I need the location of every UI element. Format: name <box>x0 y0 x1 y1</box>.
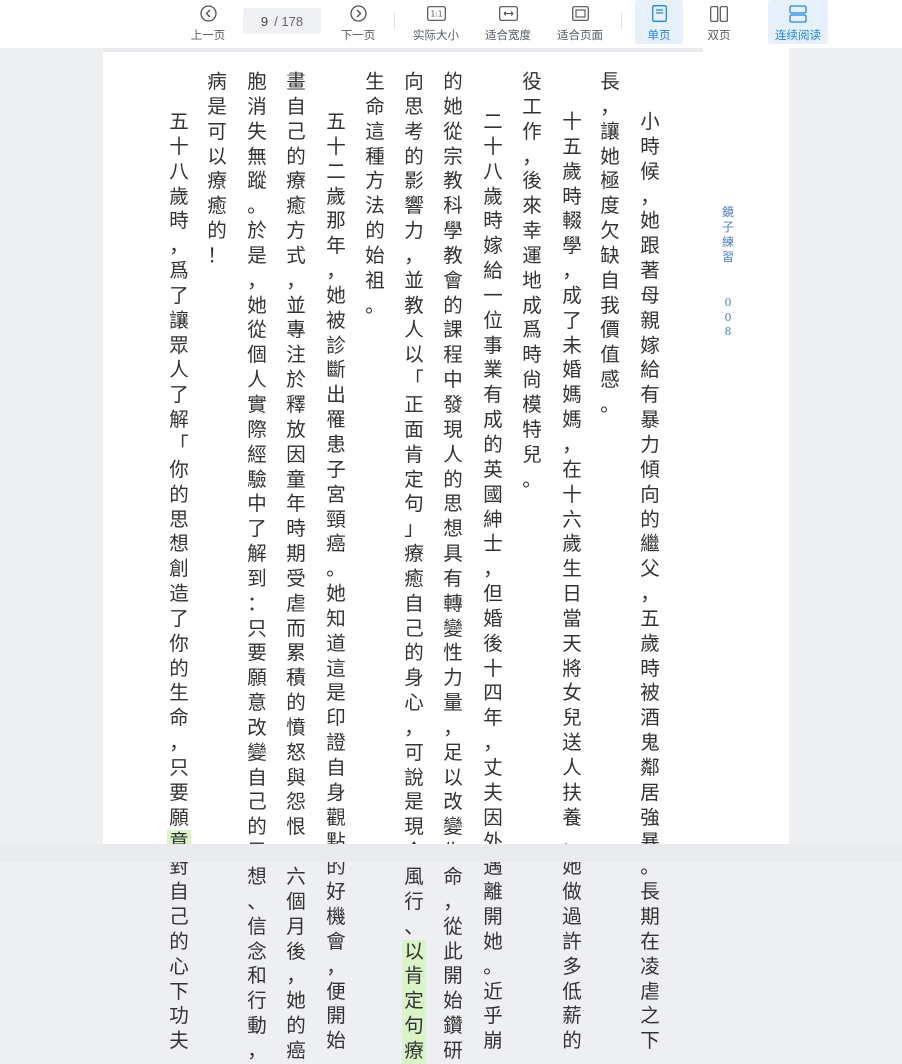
bottom-scroll-area <box>0 844 902 862</box>
double-page-button[interactable]: 双页 <box>696 0 742 44</box>
text-column: 的她從宗教科學教會的課程中發現人的思想具有轉變性力量，足以改變生命，從此開始鑽研 <box>443 70 463 1062</box>
text-column: 十五歲時輟學，成了未婚媽媽，在十六歲生日當天將女兒送人扶養。她做過許多低薪的 <box>562 110 582 1053</box>
chevron-left-circle-icon <box>199 5 217 22</box>
prev-page-button[interactable]: 上一页 <box>186 0 230 44</box>
toolbar-divider <box>394 12 395 30</box>
current-page[interactable]: 9 <box>261 14 268 29</box>
text-column: 二十八歲時嫁給一位事業有成的英國紳士，但婚後十四年，丈夫因外遇離開她。近乎崩 <box>483 110 503 1053</box>
text-column: 向思考的影響力，並教人以「正面肯定句」療癒自己的身心，可說是現今風行、以肯定句療 <box>402 70 426 1064</box>
text-column: 胞消失無蹤。於是，她從個人實際經驗中了解到：只要願意改變自己的思想、信念和行動， <box>247 70 267 1062</box>
actual-size-label: 实际大小 <box>413 28 459 42</box>
running-page-number: 008 <box>724 296 732 338</box>
total-pages: / 178 <box>274 13 304 29</box>
text-column: 病是可以療癒的！ <box>207 70 227 267</box>
next-page-label: 下一页 <box>340 28 376 42</box>
text-column: 五十二歲那年，她被診斷出罹患子宮頸癌。她知道這是印證自身觀點的好機會，便開始 <box>326 110 346 1053</box>
page-top-edge <box>103 48 703 52</box>
text-column: 生命這種方法的始祖。 <box>365 70 385 317</box>
continuous-read-icon <box>789 4 807 23</box>
text-column: 役工作，後來幸運地成爲時尙模特兒。 <box>522 70 542 491</box>
double-page-label: 双页 <box>707 28 731 42</box>
single-page-icon <box>651 5 667 22</box>
text-column: 五十八歲時，爲了讓眾人了解「你的思想創造了你的生命，只要願意對自己的心下功夫 <box>167 110 191 1054</box>
toolbar-divider <box>621 12 622 30</box>
svg-text:1:1: 1:1 <box>430 10 442 19</box>
chapter-running-title: 鏡子練習 <box>721 205 734 264</box>
fit-page-button[interactable]: 适合页面 <box>552 0 608 44</box>
next-page-button[interactable]: 下一页 <box>336 0 380 44</box>
text-column: 長，讓她極度欠缺自我價值感。 <box>600 70 620 416</box>
fit-width-label: 适合宽度 <box>485 28 531 42</box>
single-page-label: 单页 <box>647 28 671 42</box>
text-column: 畫自己的療癒方式，並專注於釋放因童年時期受虐而累積的憤怒與怨恨。六個月後，她的癌 <box>286 70 306 1062</box>
single-page-button[interactable]: 单页 <box>635 0 683 44</box>
actual-size-icon: 1:1 <box>426 5 446 22</box>
text-column: 小時候，她跟著母親嫁給有暴力傾向的繼父，五歲時被酒鬼鄰居強暴。長期在凌虐之下 <box>640 110 660 1053</box>
fit-width-icon <box>498 5 518 22</box>
continuous-read-label: 连续阅读 <box>775 28 821 42</box>
fit-width-button[interactable]: 适合宽度 <box>480 0 536 44</box>
continuous-read-button[interactable]: 连续阅读 <box>768 0 828 44</box>
actual-size-button[interactable]: 1:1 实际大小 <box>408 0 464 44</box>
page-number-input[interactable]: 9 / 178 <box>243 8 321 34</box>
reader-toolbar: 上一页 9 / 178 下一页 1:1 实际大小 适合宽度 适合页面 单页 双页… <box>0 0 902 48</box>
fit-page-icon <box>571 5 589 22</box>
chevron-right-circle-icon <box>349 5 367 22</box>
prev-page-label: 上一页 <box>190 28 226 42</box>
document-page: 小時候，她跟著母親嫁給有暴力傾向的繼父，五歲時被酒鬼鄰居強暴。長期在凌虐之下長，… <box>103 48 789 1064</box>
fit-page-label: 适合页面 <box>557 28 603 42</box>
double-page-icon <box>710 5 728 22</box>
